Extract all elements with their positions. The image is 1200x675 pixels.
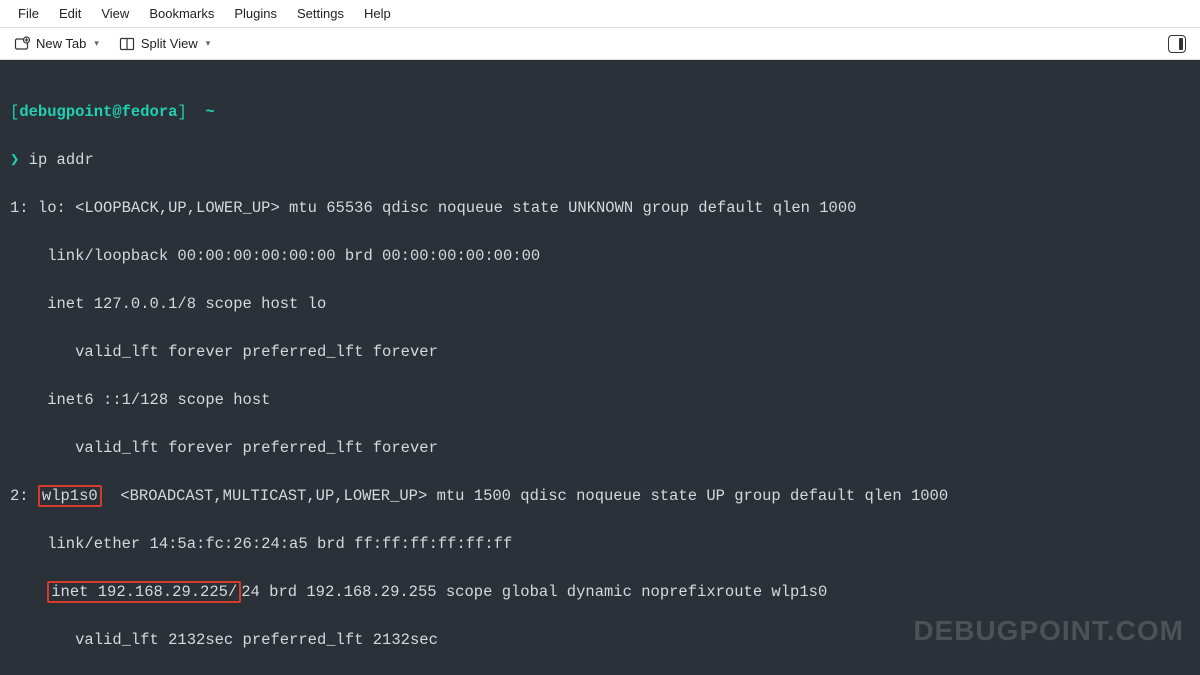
chevron-down-icon: ▾	[94, 38, 99, 49]
panel-toggle-button[interactable]	[1162, 32, 1192, 56]
menu-file[interactable]: File	[8, 2, 49, 25]
command-text: ip addr	[29, 151, 94, 169]
output-line: link/loopback 00:00:00:00:00:00 brd 00:0…	[10, 244, 1190, 268]
output-line: link/ether 14:5a:fc:26:24:a5 brd ff:ff:f…	[10, 532, 1190, 556]
output-line: inet 127.0.0.1/8 scope host lo	[10, 292, 1190, 316]
chevron-down-icon: ▾	[206, 38, 211, 49]
prompt-close-bracket: ]	[177, 103, 186, 121]
prompt-line: [debugpoint@fedora] ~	[10, 100, 1190, 124]
tool-bar: New Tab ▾ Split View ▾	[0, 28, 1200, 60]
split-view-icon	[119, 36, 135, 52]
panel-right-icon	[1168, 35, 1186, 53]
menu-bookmarks[interactable]: Bookmarks	[139, 2, 224, 25]
new-tab-icon	[14, 36, 30, 52]
prompt-symbol: ❯	[10, 151, 19, 169]
prompt-cwd: ~	[205, 103, 214, 121]
command-line: ❯ ip addr	[10, 148, 1190, 172]
output-line: inet6 ::1/128 scope host	[10, 388, 1190, 412]
highlight-inet-address: inet 192.168.29.225/	[47, 581, 241, 603]
split-view-label: Split View	[141, 36, 198, 51]
menu-plugins[interactable]: Plugins	[224, 2, 287, 25]
menu-settings[interactable]: Settings	[287, 2, 354, 25]
menu-view[interactable]: View	[91, 2, 139, 25]
menu-help[interactable]: Help	[354, 2, 401, 25]
prompt-open-bracket: [	[10, 103, 19, 121]
output-line: valid_lft forever preferred_lft forever	[10, 340, 1190, 364]
new-tab-label: New Tab	[36, 36, 86, 51]
highlight-interface-name: wlp1s0	[38, 485, 102, 507]
menu-bar: File Edit View Bookmarks Plugins Setting…	[0, 0, 1200, 28]
split-view-button[interactable]: Split View ▾	[113, 33, 216, 55]
terminal-pane[interactable]: [debugpoint@fedora] ~ ❯ ip addr 1: lo: <…	[0, 60, 1200, 675]
output-line: valid_lft forever preferred_lft forever	[10, 436, 1190, 460]
output-line: valid_lft 2132sec preferred_lft 2132sec	[10, 628, 1190, 652]
output-line: 1: lo: <LOOPBACK,UP,LOWER_UP> mtu 65536 …	[10, 196, 1190, 220]
prompt-user-host: debugpoint@fedora	[19, 103, 177, 121]
output-line: 2: wlp1s0 <BROADCAST,MULTICAST,UP,LOWER_…	[10, 484, 1190, 508]
output-line: inet 192.168.29.225/24 brd 192.168.29.25…	[10, 580, 1190, 604]
new-tab-button[interactable]: New Tab ▾	[8, 33, 105, 55]
menu-edit[interactable]: Edit	[49, 2, 91, 25]
